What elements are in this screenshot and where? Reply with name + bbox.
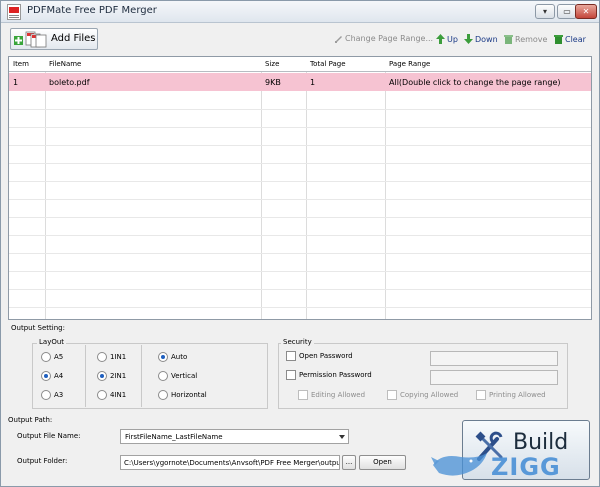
radio-orientation-auto[interactable]	[158, 352, 168, 362]
down-label: Down	[475, 35, 498, 44]
close-button[interactable]: ✕	[575, 4, 597, 19]
radio-paper-a3[interactable]	[41, 390, 51, 400]
change-page-range-label: Change Page Range...	[345, 34, 434, 43]
editing-allowed-checkbox[interactable]	[298, 390, 308, 400]
arrow-up-icon	[436, 34, 445, 44]
arrow-down-icon	[464, 34, 473, 44]
zigg-watermark: ZIGG	[431, 437, 597, 485]
app-window: PDFMate Free PDF Merger ▾ ▭ ✕ Add Files …	[0, 0, 600, 487]
cell-page-range[interactable]: All(Double click to change the page rang…	[389, 78, 560, 87]
cell-size: 9KB	[265, 78, 281, 87]
radio-label: A4	[54, 372, 64, 380]
output-folder-value: C:\Users\ygornote\Documents\Anvsoft\PDF …	[124, 459, 340, 467]
clear-button[interactable]: Clear	[554, 34, 586, 44]
browse-folder-button[interactable]: ...	[342, 455, 356, 470]
printing-allowed-label: Printing Allowed	[489, 391, 546, 399]
radio-2in1[interactable]	[97, 371, 107, 381]
down-button[interactable]: Down	[464, 34, 498, 44]
security-title: Security	[281, 338, 314, 346]
up-button[interactable]: Up	[436, 34, 458, 44]
radio-1in1[interactable]	[97, 352, 107, 362]
output-file-name-value: FirstFileName_LastFileName	[125, 433, 223, 441]
output-folder-field[interactable]: C:\Users\ygornote\Documents\Anvsoft\PDF …	[120, 455, 340, 470]
file-list-grid[interactable]: Item FileName Size Total Page Page Range…	[8, 56, 592, 320]
permission-password-label: Permission Password	[299, 371, 372, 379]
permission-password-checkbox[interactable]	[286, 370, 296, 380]
open-folder-button[interactable]: Open	[359, 455, 406, 470]
layout-title: LayOut	[37, 338, 67, 346]
column-header-filename[interactable]: FileName	[49, 60, 81, 68]
cell-filename: boleto.pdf	[49, 78, 90, 87]
remove-label: Remove	[515, 35, 548, 44]
add-files-label: Add Files	[51, 33, 96, 44]
grid-column-divider	[306, 57, 307, 319]
whale-logo-icon	[431, 453, 487, 476]
radio-label: 2IN1	[110, 372, 127, 380]
open-password-checkbox[interactable]	[286, 351, 296, 361]
output-file-name-label: Output File Name:	[17, 432, 81, 440]
up-label: Up	[447, 35, 458, 44]
radio-label: 1IN1	[110, 353, 127, 361]
grid-column-divider	[45, 57, 46, 319]
output-folder-label: Output Folder:	[17, 457, 68, 465]
grid-column-divider	[385, 57, 386, 319]
column-header-page-range[interactable]: Page Range	[389, 60, 430, 68]
radio-label: Vertical	[171, 372, 198, 380]
change-page-range-button[interactable]: Change Page Range...	[335, 34, 433, 43]
radio-4in1[interactable]	[97, 390, 107, 400]
cell-total-page: 1	[310, 78, 316, 87]
column-header-size[interactable]: Size	[265, 60, 279, 68]
remove-button[interactable]: Remove	[504, 34, 547, 44]
radio-label: Horizontal	[171, 391, 207, 399]
output-setting-title: Output Setting:	[11, 324, 65, 332]
cell-item: 1	[13, 78, 19, 87]
output-path-title: Output Path:	[8, 416, 53, 424]
radio-label: A3	[54, 391, 64, 399]
clear-trash-icon	[554, 35, 563, 44]
printing-allowed-checkbox[interactable]	[476, 390, 486, 400]
permission-password-field[interactable]	[430, 370, 558, 385]
page-range-icon	[335, 36, 342, 43]
radio-orientation-horizontal[interactable]	[158, 390, 168, 400]
output-file-name-select[interactable]: FirstFileName_LastFileName	[120, 429, 349, 444]
add-files-button[interactable]: Add Files	[10, 28, 98, 50]
chevron-down-icon	[339, 435, 345, 439]
clear-label: Clear	[565, 35, 586, 44]
trash-icon	[504, 35, 513, 44]
table-row[interactable]: 1 boleto.pdf 9KB 1 All(Double click to c…	[9, 73, 591, 91]
maximize-button[interactable]: ▭	[557, 4, 577, 19]
radio-label: Auto	[171, 353, 188, 361]
open-password-field[interactable]	[430, 351, 558, 366]
radio-paper-a4[interactable]	[41, 371, 51, 381]
radio-paper-a5[interactable]	[41, 352, 51, 362]
window-title: PDFMate Free PDF Merger	[27, 5, 157, 16]
title-bar[interactable]: PDFMate Free PDF Merger ▾ ▭ ✕	[1, 1, 599, 23]
radio-label: 4IN1	[110, 391, 127, 399]
radio-orientation-vertical[interactable]	[158, 371, 168, 381]
minimize-button[interactable]: ▾	[535, 4, 555, 19]
watermark-text: ZIGG	[491, 453, 561, 481]
open-password-label: Open Password	[299, 352, 353, 360]
radio-label: A5	[54, 353, 64, 361]
column-header-item[interactable]: Item	[13, 60, 29, 68]
copying-allowed-label: Copying Allowed	[400, 391, 459, 399]
add-files-icon	[14, 31, 47, 48]
pdf-app-icon	[7, 4, 21, 20]
editing-allowed-label: Editing Allowed	[311, 391, 366, 399]
grid-header: Item FileName Size Total Page Page Range	[9, 57, 591, 72]
copying-allowed-checkbox[interactable]	[387, 390, 397, 400]
column-header-total-page[interactable]: Total Page	[310, 60, 346, 68]
layout-group	[32, 343, 268, 409]
grid-column-divider	[261, 57, 262, 319]
